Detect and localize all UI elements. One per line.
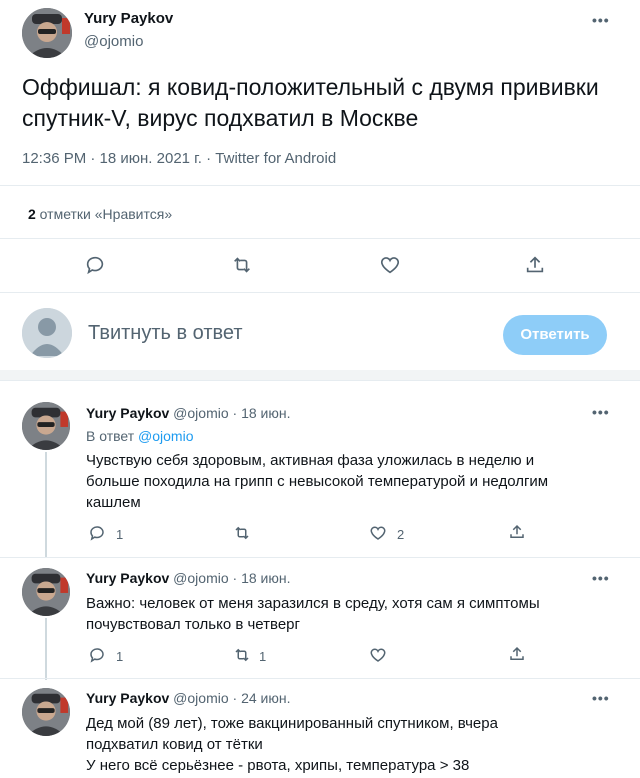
reply-count: 1	[116, 527, 124, 542]
reply-to-prefix: В ответ	[86, 428, 139, 444]
divider	[0, 380, 640, 381]
share-icon[interactable]	[524, 254, 546, 276]
author-handle[interactable]: @ojomio	[84, 33, 143, 50]
avatar-photo-icon	[22, 402, 70, 450]
reply-to-handle-link[interactable]: @ojomio	[138, 428, 193, 444]
retweet-icon[interactable]	[232, 646, 252, 664]
divider	[0, 292, 640, 293]
reply-text-line-1: Важно: человек от меня заразился в среду…	[86, 595, 540, 612]
reply-icon[interactable]	[84, 254, 106, 276]
tweet-text-line-2: спутник-V, вирус подхватил в Москве	[22, 105, 419, 131]
reply-author-name[interactable]: Yury Paykov	[86, 405, 169, 421]
retweet-icon[interactable]	[232, 524, 252, 542]
reply-text-line-2: больше походила на грипп с невысокой тем…	[86, 473, 549, 490]
likes-count: 2	[28, 206, 36, 222]
avatar-photo-icon	[22, 8, 72, 58]
like-icon[interactable]	[368, 524, 388, 542]
retweet-icon[interactable]	[230, 254, 254, 276]
reply-to-line: В ответ @ojomio	[86, 428, 193, 444]
thread-connector	[45, 618, 47, 680]
reply-avatar[interactable]	[22, 402, 70, 450]
likes-summary[interactable]: 2 отметки «Нравится»	[28, 206, 172, 222]
reply-count: 1	[116, 649, 124, 664]
reply-text-line-2: подхватил ковид от тётки	[86, 736, 263, 753]
more-options-icon[interactable]: •••	[592, 690, 610, 706]
avatar-photo-icon	[22, 688, 70, 736]
reply-avatar[interactable]	[22, 568, 70, 616]
like-icon[interactable]	[378, 254, 402, 276]
reply-text-line-2: почувствовал только в четверг	[86, 616, 300, 633]
reply-author-name[interactable]: Yury Paykov	[86, 690, 169, 706]
reply-author-meta[interactable]: @ojomio · 24 июн.	[173, 690, 290, 706]
divider	[0, 238, 640, 239]
reply-header: Yury Paykov @ojomio · 18 июн.	[86, 570, 290, 586]
reply-text-line-1: Дед мой (89 лет), тоже вакцинированный с…	[86, 715, 498, 732]
reply-author-name[interactable]: Yury Paykov	[86, 570, 169, 586]
reply-header: Yury Paykov @ojomio · 18 июн.	[86, 405, 290, 421]
tweet-text-line-1: Оффишал: я ковид-положительный с двумя п…	[22, 74, 599, 100]
reply-text-line-3: кашлем	[86, 494, 141, 511]
author-avatar[interactable]	[22, 8, 72, 58]
thread-connector	[45, 452, 47, 558]
reply-compose-input[interactable]: Твитнуть в ответ	[88, 322, 243, 345]
reply-header: Yury Paykov @ojomio · 24 июн.	[86, 690, 290, 706]
reply-text-line-3: У него всё серьёзнее - рвота, хрипы, тем…	[86, 757, 470, 774]
reply-icon[interactable]	[88, 646, 106, 664]
reply-author-meta[interactable]: @ojomio · 18 июн.	[173, 570, 290, 586]
more-options-icon[interactable]: •••	[592, 570, 610, 586]
divider	[0, 678, 640, 679]
tweet-timestamp[interactable]: 12:36 PM · 18 июн. 2021 г. · Twitter for…	[22, 150, 336, 167]
share-icon[interactable]	[508, 645, 526, 663]
share-icon[interactable]	[508, 523, 526, 541]
reply-text-line-1: Чувствую себя здоровым, активная фаза ул…	[86, 452, 535, 469]
more-options-icon[interactable]: •••	[592, 404, 610, 420]
author-name[interactable]: Yury Paykov	[84, 10, 173, 27]
section-separator	[0, 370, 640, 380]
reply-author-meta[interactable]: @ojomio · 18 июн.	[173, 405, 290, 421]
divider	[0, 185, 640, 186]
own-avatar[interactable]	[22, 308, 72, 358]
avatar-photo-icon	[22, 568, 70, 616]
retweet-count: 1	[259, 649, 267, 664]
likes-label: отметки «Нравится»	[35, 206, 173, 222]
more-options-icon[interactable]: •••	[592, 12, 610, 28]
divider	[0, 557, 640, 558]
reply-icon[interactable]	[88, 524, 106, 542]
default-profile-icon	[22, 308, 72, 358]
like-count: 2	[397, 527, 405, 542]
reply-submit-button[interactable]: Ответить	[503, 315, 607, 355]
reply-avatar[interactable]	[22, 688, 70, 736]
like-icon[interactable]	[368, 646, 388, 664]
